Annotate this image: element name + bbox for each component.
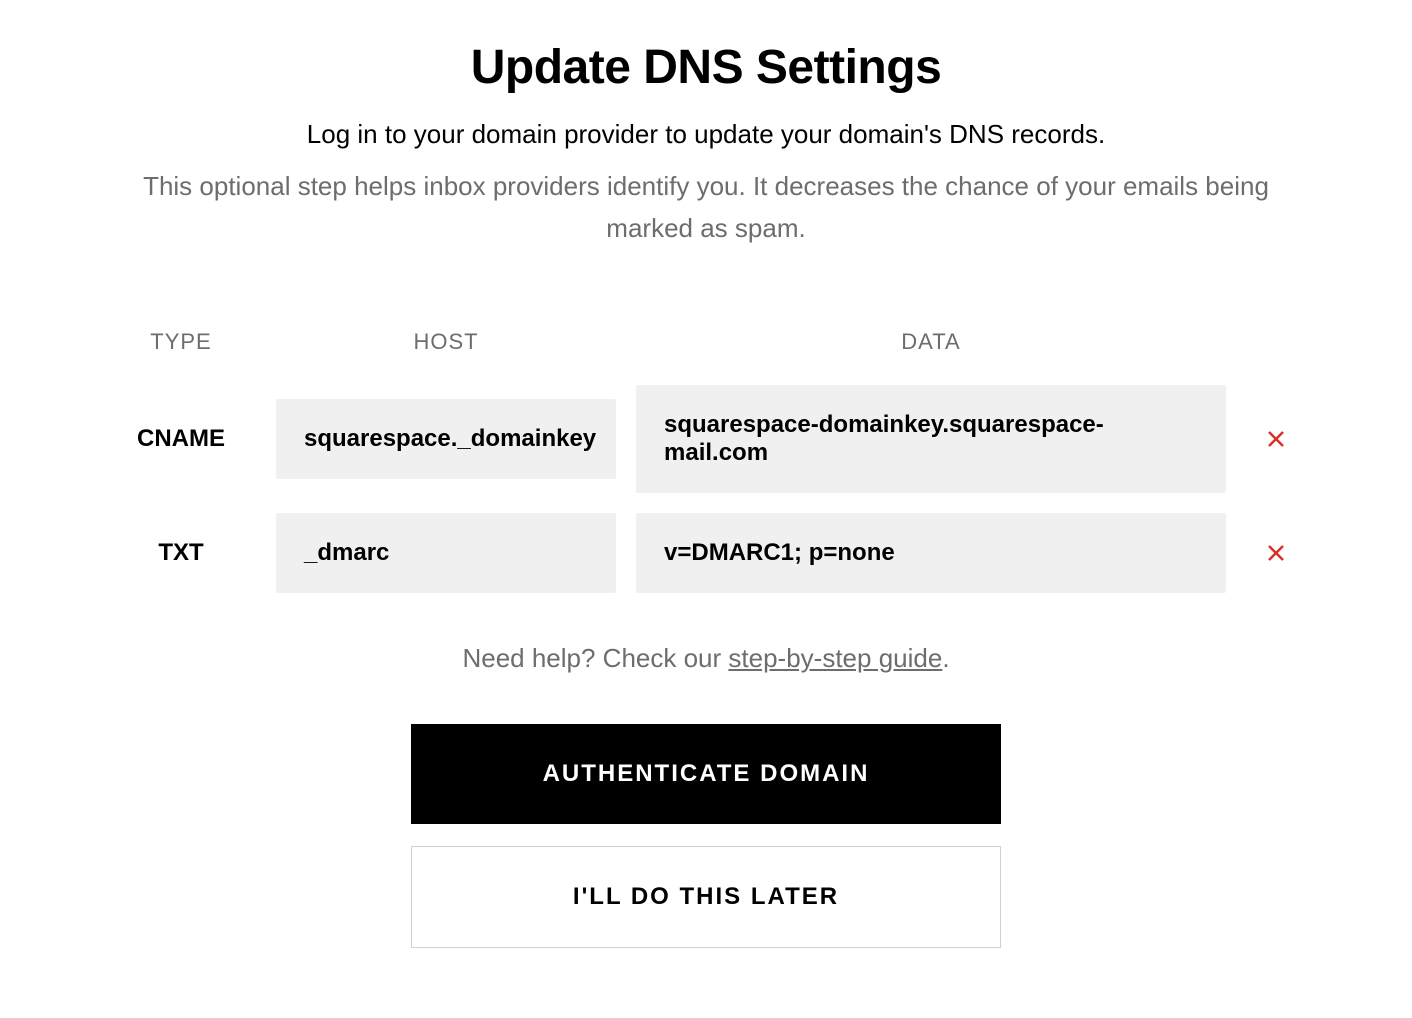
page-subtitle: Log in to your domain provider to update… [106, 119, 1306, 150]
do-later-button[interactable]: I'LL DO THIS LATER [411, 846, 1001, 948]
action-buttons: AUTHENTICATE DOMAIN I'LL DO THIS LATER [106, 724, 1306, 948]
record-status-cell [1246, 541, 1306, 565]
column-header-status [1246, 329, 1306, 355]
error-x-icon [1264, 541, 1288, 565]
help-suffix: . [942, 643, 949, 673]
table-header-row: TYPE HOST DATA [106, 329, 1306, 385]
record-status-cell [1246, 427, 1306, 451]
record-host-cell[interactable]: squarespace._domainkey [276, 399, 616, 479]
page-title: Update DNS Settings [106, 40, 1306, 95]
record-type-cell: TXT [106, 539, 256, 567]
page-description: This optional step helps inbox providers… [106, 166, 1306, 249]
table-row: CNAME squarespace._domainkey squarespace… [106, 385, 1306, 493]
help-text: Need help? Check our step-by-step guide. [106, 643, 1306, 674]
column-header-host: HOST [276, 329, 616, 355]
help-guide-link[interactable]: step-by-step guide [728, 643, 942, 673]
dns-records-table: TYPE HOST DATA CNAME squarespace._domain… [106, 329, 1306, 593]
error-x-icon [1264, 427, 1288, 451]
authenticate-domain-button[interactable]: AUTHENTICATE DOMAIN [411, 724, 1001, 824]
dns-settings-panel: Update DNS Settings Log in to your domai… [106, 40, 1306, 948]
record-type-cell: CNAME [106, 425, 256, 453]
help-prefix: Need help? Check our [462, 643, 728, 673]
table-row: TXT _dmarc v=DMARC1; p=none [106, 513, 1306, 593]
column-header-type: TYPE [106, 329, 256, 355]
column-header-data: DATA [636, 329, 1226, 355]
record-host-cell[interactable]: _dmarc [276, 513, 616, 593]
record-data-cell[interactable]: squarespace-domainkey.squarespace-mail.c… [636, 385, 1226, 493]
record-data-cell[interactable]: v=DMARC1; p=none [636, 513, 1226, 593]
header-section: Update DNS Settings Log in to your domai… [106, 40, 1306, 249]
